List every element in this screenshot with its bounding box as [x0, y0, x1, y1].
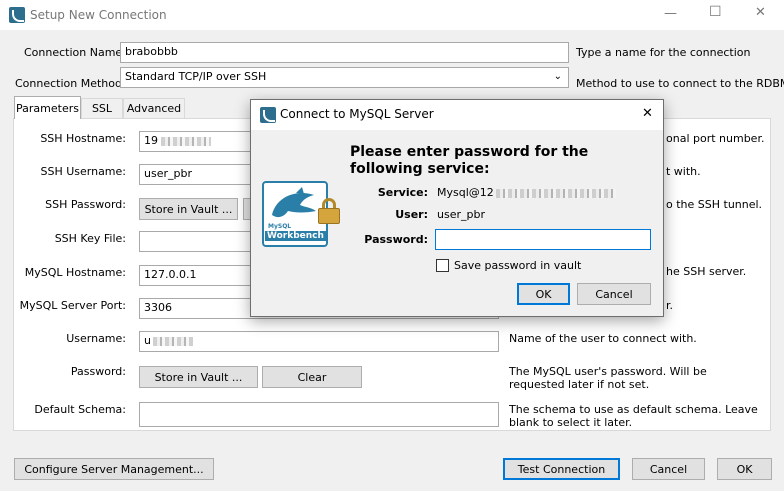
ssh-username-label: SSH Username:: [40, 165, 126, 178]
dialog-title: Connect to MySQL Server: [280, 107, 434, 121]
connection-method-select[interactable]: Standard TCP/IP over SSH ⌄: [120, 67, 569, 88]
maximize-icon[interactable]: ☐: [709, 4, 722, 20]
chevron-down-icon: ⌄: [553, 71, 562, 82]
service-value: Mysql@12: [437, 186, 494, 199]
default-schema-hint: The schema to use as default schema. Lea…: [509, 403, 758, 429]
store-in-vault-button[interactable]: Store in Vault ...: [139, 366, 258, 388]
dialog-cancel-button[interactable]: Cancel: [577, 283, 651, 305]
connection-name-hint: Type a name for the connection: [576, 46, 751, 59]
window-titlebar: Setup New Connection — ☐ ✕: [0, 0, 784, 30]
ssh-hostname-hint: onal port number.: [666, 132, 765, 145]
default-schema-input[interactable]: [139, 402, 499, 427]
save-password-label: Save password in vault: [454, 259, 582, 272]
configure-server-management-button[interactable]: Configure Server Management...: [14, 458, 214, 480]
ssh-username-hint: t with.: [666, 165, 701, 178]
ssh-hostname-value: 19: [144, 134, 158, 147]
redacted-text: [495, 188, 616, 198]
minimize-icon[interactable]: —: [664, 6, 677, 21]
password-label: Password:: [70, 365, 126, 378]
cancel-button[interactable]: Cancel: [632, 458, 705, 480]
service-label: Service:: [377, 186, 428, 199]
service-value-row: Mysql@12: [437, 186, 616, 199]
user-label: User:: [395, 208, 428, 221]
connection-method-label: Connection Method:: [15, 77, 126, 90]
user-value: user_pbr: [437, 208, 485, 221]
mysql-hostname-label: MySQL Hostname:: [24, 266, 126, 279]
connection-name-label: Connection Name:: [24, 46, 126, 59]
mysql-workbench-app-icon: [260, 107, 276, 123]
mysql-workbench-logo: MySQL Workbench: [262, 181, 342, 261]
mysql-workbench-app-icon: [9, 7, 25, 23]
ok-button[interactable]: OK: [717, 458, 772, 480]
save-password-checkbox[interactable]: [436, 259, 449, 272]
ssh-keyfile-label: SSH Key File:: [54, 232, 126, 245]
default-schema-label: Default Schema:: [34, 403, 126, 416]
test-connection-button[interactable]: Test Connection: [503, 458, 620, 480]
username-hint: Name of the user to connect with.: [509, 332, 697, 345]
dialog-titlebar: Connect to MySQL Server ✕: [251, 100, 663, 130]
redacted-text: [152, 336, 193, 346]
username-input[interactable]: u: [139, 331, 499, 352]
dialog-heading: Please enter password for the following …: [350, 144, 589, 177]
window-title: Setup New Connection: [30, 8, 167, 22]
username-value: u: [144, 334, 151, 347]
password-input[interactable]: [435, 229, 651, 250]
tab-parameters[interactable]: Parameters: [14, 96, 81, 119]
mysql-hostname-hint: he SSH server.: [666, 265, 747, 278]
redacted-text: [161, 136, 211, 146]
clear-button[interactable]: Clear: [262, 366, 362, 388]
username-label: Username:: [66, 332, 126, 345]
lock-icon: [318, 198, 340, 224]
dialog-ok-button[interactable]: OK: [517, 283, 570, 305]
ssh-store-in-vault-button[interactable]: Store in Vault ...: [139, 198, 238, 220]
tab-advanced[interactable]: Advanced: [123, 98, 185, 118]
ssh-password-hint: o the SSH tunnel.: [666, 198, 763, 211]
close-icon[interactable]: ✕: [755, 5, 766, 20]
dialog-close-icon[interactable]: ✕: [642, 106, 653, 121]
ssh-password-label: SSH Password:: [45, 198, 126, 211]
tab-ssl[interactable]: SSL: [81, 98, 123, 118]
logo-text-small: MySQL: [268, 223, 292, 230]
password-label: Password:: [364, 233, 428, 246]
connection-name-input[interactable]: brabobbb: [120, 42, 569, 63]
connection-method-hint: Method to use to connect to the RDBMS: [576, 77, 784, 90]
mysql-port-label: MySQL Server Port:: [19, 299, 126, 312]
mysql-port-hint: r.: [666, 299, 674, 312]
connection-method-value: Standard TCP/IP over SSH: [125, 70, 267, 83]
password-hint: The MySQL user's password. Will be reque…: [509, 365, 707, 391]
ssh-hostname-label: SSH Hostname:: [40, 132, 126, 145]
connect-to-mysql-dialog: Connect to MySQL Server ✕ MySQL Workbenc…: [250, 99, 664, 317]
logo-text: Workbench: [265, 231, 326, 241]
